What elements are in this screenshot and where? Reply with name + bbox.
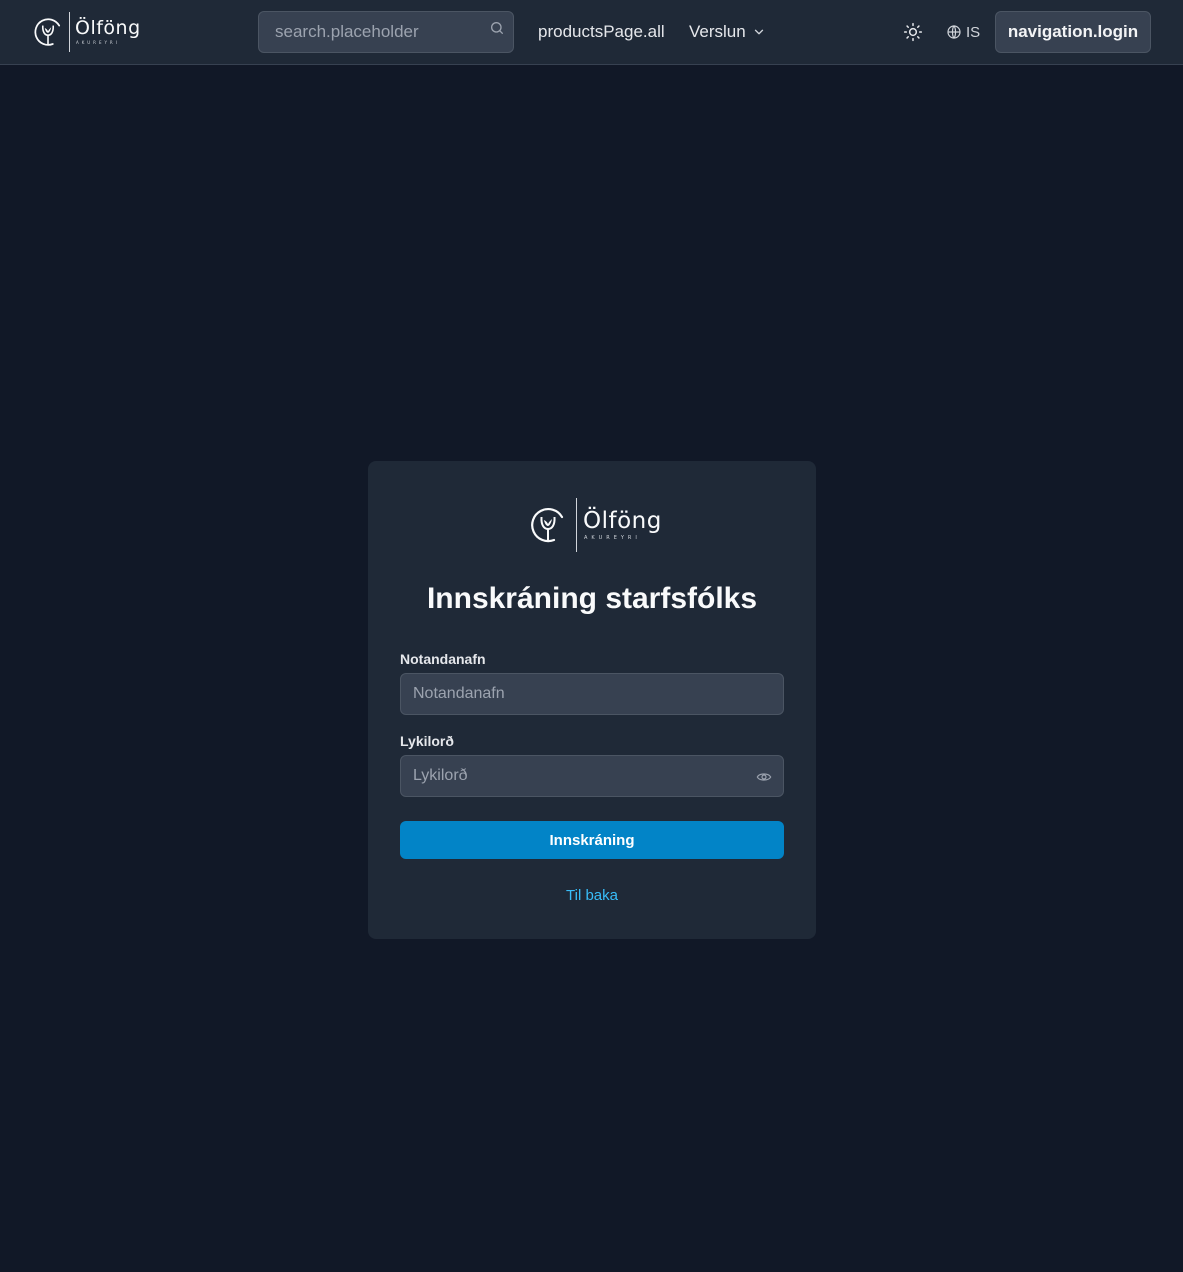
logo-subtitle: AKUREYRI — [76, 40, 120, 45]
logo-divider — [69, 12, 70, 52]
login-submit-button[interactable]: Innskráning — [400, 821, 784, 859]
search-icon[interactable] — [489, 20, 505, 36]
password-label: Lykilorð — [400, 733, 454, 749]
back-link[interactable]: Til baka — [368, 886, 816, 906]
top-navigation-bar: Ölföng AKUREYRI productsPage.all Verslun… — [0, 0, 1183, 65]
logo-wordmark: Ölföng AKUREYRI — [75, 19, 141, 45]
card-logo: Ölföng AKUREYRI — [528, 497, 662, 553]
header-login-button[interactable]: navigation.login — [995, 11, 1151, 53]
nav-store-label: Verslun — [689, 22, 746, 41]
staff-login-card: Ölföng AKUREYRI Innskráning starfsfólks … — [368, 461, 816, 939]
username-input[interactable] — [401, 674, 783, 714]
wine-glass-logo-icon — [531, 507, 564, 543]
logo-word: Ölföng — [583, 507, 662, 534]
nav-store-dropdown[interactable]: Verslun — [689, 21, 766, 43]
globe-icon — [947, 25, 961, 39]
eye-icon[interactable] — [756, 769, 772, 785]
username-label: Notandanafn — [400, 651, 486, 667]
nav-all-products-link[interactable]: productsPage.all — [538, 21, 665, 43]
theme-toggle-button[interactable] — [902, 21, 924, 43]
logo-wordmark: Ölföng AKUREYRI — [583, 507, 662, 541]
language-switcher[interactable]: IS — [946, 22, 980, 42]
logo-divider — [576, 498, 577, 552]
search-input[interactable] — [259, 12, 513, 52]
page-title: Innskráning starfsfólks — [426, 582, 758, 615]
sun-icon — [903, 22, 923, 42]
language-code: IS — [966, 23, 981, 41]
chevron-down-icon — [754, 29, 763, 35]
search-box — [258, 11, 514, 53]
logo-word: Ölföng — [75, 17, 141, 39]
site-logo[interactable]: Ölföng AKUREYRI — [32, 10, 141, 54]
password-field-wrapper — [400, 755, 784, 797]
wine-glass-logo-icon — [34, 18, 61, 46]
password-input[interactable] — [401, 756, 783, 796]
logo-subtitle: AKUREYRI — [584, 534, 641, 541]
username-field-wrapper — [400, 673, 784, 715]
